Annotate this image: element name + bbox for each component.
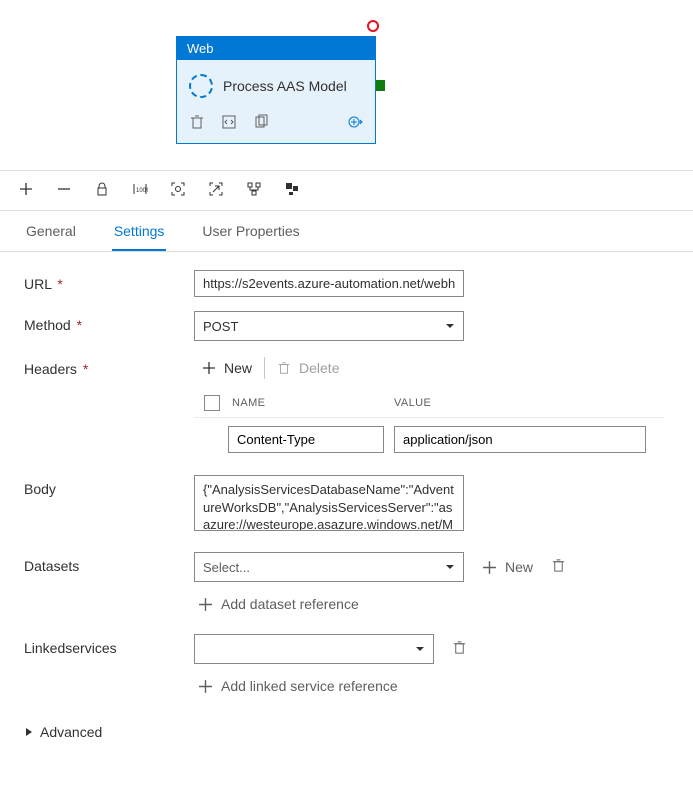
fullscreen-icon[interactable] xyxy=(208,181,224,200)
datasets-placeholder: Select... xyxy=(203,560,250,575)
datasets-select[interactable]: Select... xyxy=(194,552,464,582)
settings-form: URL * Method * POST Headers * New xyxy=(0,252,693,716)
datasets-delete-button[interactable] xyxy=(551,558,566,576)
headers-table: NAME VALUE xyxy=(194,389,664,453)
trash-icon xyxy=(277,361,291,375)
linkedservices-delete-button[interactable] xyxy=(452,640,467,658)
navigator-icon[interactable] xyxy=(284,181,300,200)
plus-icon xyxy=(202,361,216,375)
header-value-input[interactable] xyxy=(394,426,646,453)
web-activity-icon xyxy=(189,74,213,98)
validation-error-indicator xyxy=(367,20,379,32)
select-all-checkbox[interactable] xyxy=(204,395,220,411)
zoom-fit-icon[interactable] xyxy=(170,181,186,200)
method-select[interactable]: POST xyxy=(194,311,464,341)
plus-icon xyxy=(482,560,497,575)
method-value: POST xyxy=(203,319,238,334)
pipeline-canvas[interactable]: Web Process AAS Model xyxy=(0,0,693,170)
linkedservices-label: Linkedservices xyxy=(24,634,194,656)
method-label: Method * xyxy=(24,311,194,333)
lock-icon[interactable] xyxy=(94,181,110,200)
code-icon[interactable] xyxy=(221,114,237,133)
chevron-down-icon xyxy=(415,644,425,654)
url-input[interactable] xyxy=(194,270,464,297)
canvas-toolbar: 100% xyxy=(0,170,693,211)
caret-right-icon xyxy=(24,727,34,737)
headers-delete-button[interactable]: Delete xyxy=(277,360,339,376)
linkedservices-select[interactable] xyxy=(194,634,434,664)
auto-align-icon[interactable] xyxy=(246,181,262,200)
chevron-down-icon xyxy=(445,562,455,572)
url-label: URL * xyxy=(24,270,194,292)
chevron-down-icon xyxy=(445,321,455,331)
zoom-100-icon[interactable]: 100% xyxy=(132,181,148,200)
plus-icon xyxy=(198,597,213,612)
headers-new-button[interactable]: New xyxy=(202,360,252,376)
trash-icon xyxy=(452,640,467,655)
success-output-handle[interactable] xyxy=(376,80,385,91)
zoom-out-icon[interactable] xyxy=(56,181,72,200)
web-activity-card[interactable]: Web Process AAS Model xyxy=(176,36,376,144)
activity-type-label: Web xyxy=(177,37,375,60)
svg-text:100%: 100% xyxy=(136,188,148,194)
col-value: VALUE xyxy=(394,397,431,409)
tab-settings[interactable]: Settings xyxy=(112,211,167,251)
tab-user-properties[interactable]: User Properties xyxy=(200,211,301,251)
delete-icon[interactable] xyxy=(189,114,205,133)
zoom-in-icon[interactable] xyxy=(18,181,34,200)
body-textarea[interactable] xyxy=(194,475,464,531)
body-label: Body xyxy=(24,475,194,497)
copy-icon[interactable] xyxy=(253,114,269,133)
datasets-label: Datasets xyxy=(24,552,194,574)
divider xyxy=(264,357,265,379)
col-name: NAME xyxy=(232,397,382,409)
header-name-input[interactable] xyxy=(228,426,384,453)
trash-icon xyxy=(551,558,566,573)
datasets-new-button[interactable]: New xyxy=(482,559,533,575)
tab-general[interactable]: General xyxy=(24,211,78,251)
properties-tabs: General Settings User Properties xyxy=(0,211,693,252)
header-row xyxy=(194,418,664,453)
add-linkedservice-reference-button[interactable]: Add linked service reference xyxy=(198,678,669,694)
advanced-toggle[interactable]: Advanced xyxy=(0,716,693,756)
headers-label: Headers * xyxy=(24,355,194,377)
activity-title: Process AAS Model xyxy=(223,78,347,94)
add-output-icon[interactable] xyxy=(347,114,363,133)
add-dataset-reference-button[interactable]: Add dataset reference xyxy=(198,596,669,612)
plus-icon xyxy=(198,679,213,694)
